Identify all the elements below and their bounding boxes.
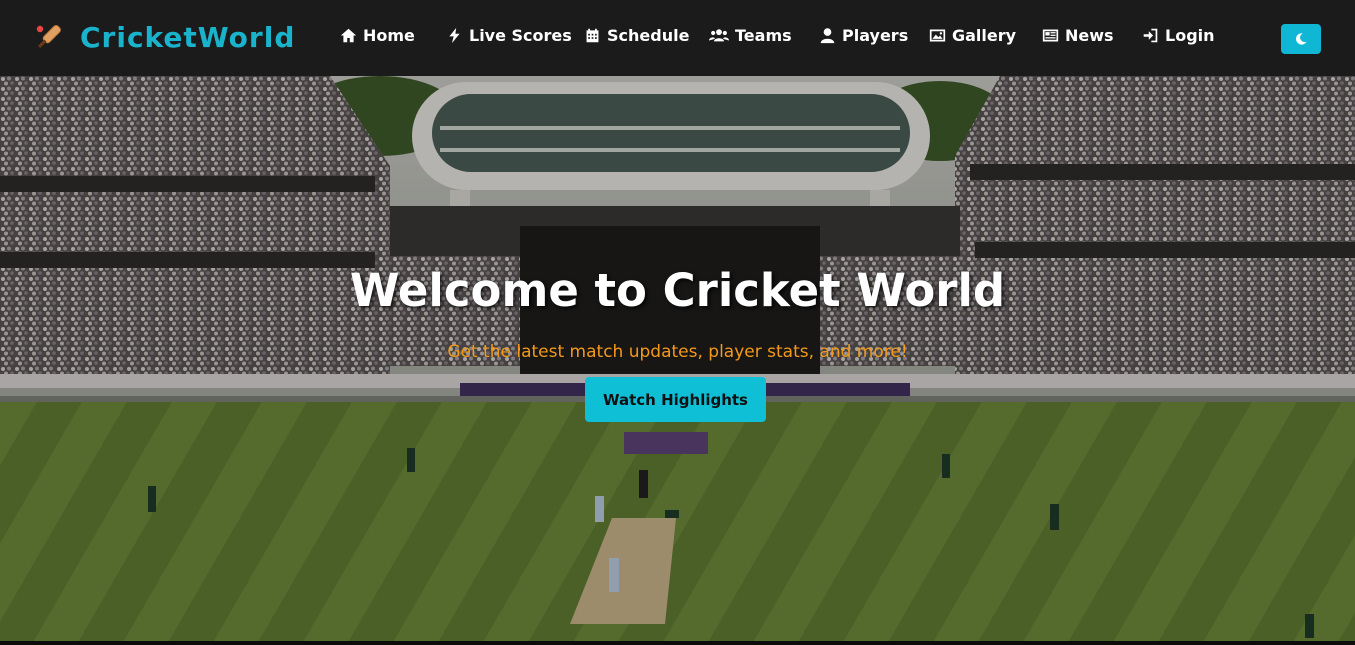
nav-item-teams[interactable]: Teams: [709, 26, 792, 45]
moon-icon: [1296, 33, 1307, 45]
nav-item-home[interactable]: Home: [340, 26, 415, 45]
nav-item-players[interactable]: Players: [819, 26, 908, 45]
nav-item-news[interactable]: News: [1042, 26, 1114, 45]
home-icon: [340, 28, 357, 43]
nav-item-label: Gallery: [952, 26, 1017, 45]
nav-item-label: Login: [1165, 26, 1215, 45]
sign-in-icon: [1143, 28, 1158, 43]
users-icon: [709, 29, 729, 42]
theme-toggle-button[interactable]: [1281, 24, 1321, 54]
user-icon: [820, 28, 835, 44]
hero-title: Welcome to Cricket World: [349, 264, 1006, 317]
nav-item-label: Live Scores: [469, 26, 572, 45]
nav-item-label: Teams: [735, 26, 792, 45]
bolt-icon: [449, 27, 460, 44]
nav-item-label: Players: [842, 26, 909, 45]
cricket-bat-icon: [32, 20, 66, 54]
calendar-icon: [586, 28, 599, 43]
nav-item-login[interactable]: Login: [1142, 26, 1215, 45]
hero-subtitle: Get the latest match updates, player sta…: [447, 342, 908, 362]
nav-item-label: Home: [363, 26, 415, 45]
brand-name: CricketWorld: [80, 20, 296, 54]
nav-item-label: News: [1065, 26, 1114, 45]
nav-item-label: Schedule: [607, 26, 690, 45]
nav-item-gallery[interactable]: Gallery: [929, 26, 1016, 45]
image-icon: [929, 29, 946, 42]
nav-item-live-scores[interactable]: Live Scores: [446, 26, 572, 45]
watch-highlights-button[interactable]: Watch Highlights: [585, 377, 766, 422]
navbar: CricketWorld Home Live Scores Schedule T…: [0, 0, 1355, 76]
bottom-edge: [0, 641, 1355, 645]
brand[interactable]: CricketWorld: [32, 20, 295, 54]
nav-item-schedule[interactable]: Schedule: [584, 26, 689, 45]
hero-section: Welcome to Cricket World Get the latest …: [0, 76, 1355, 641]
newspaper-icon: [1042, 29, 1059, 42]
